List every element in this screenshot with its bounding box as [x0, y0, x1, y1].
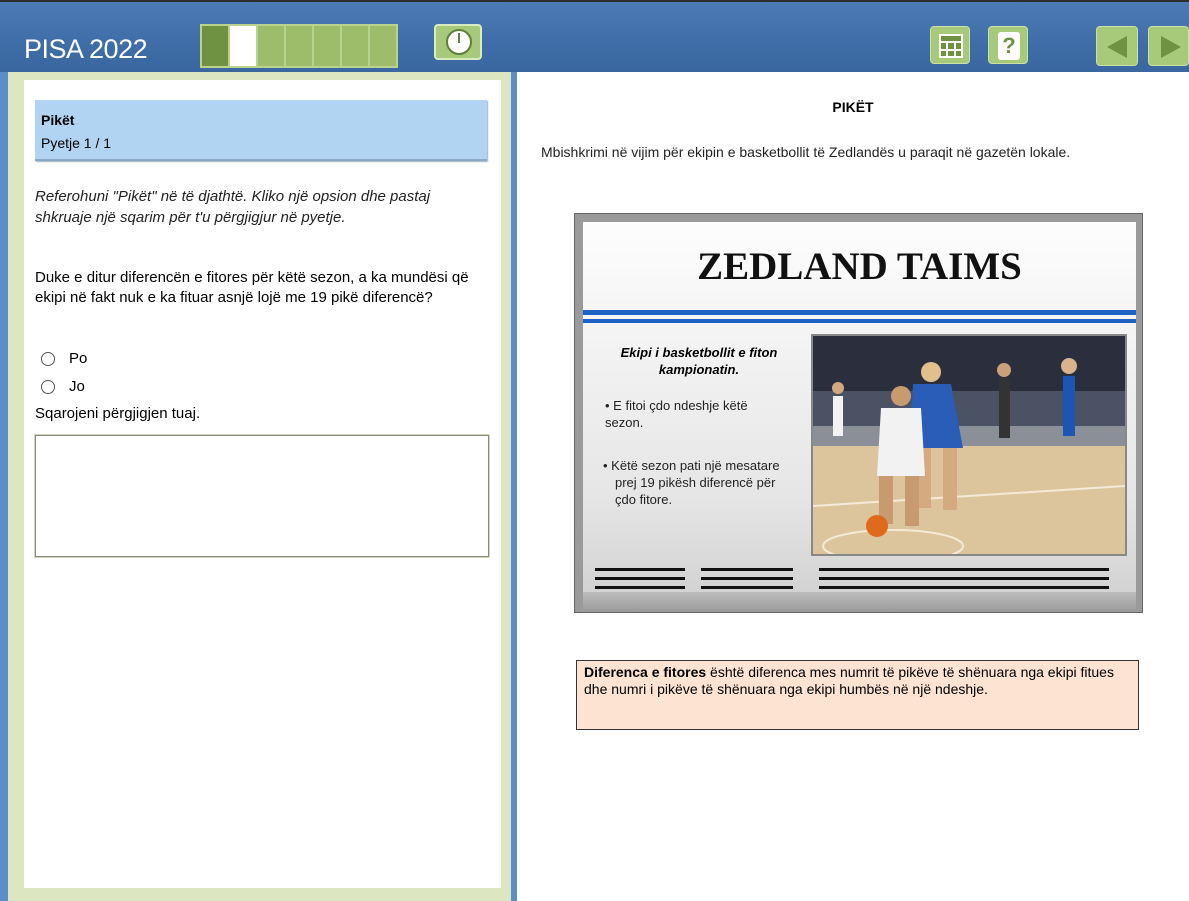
help-button[interactable]: ?: [988, 26, 1028, 64]
option-po[interactable]: Po: [41, 350, 87, 367]
newspaper-page: ZEDLAND TAIMS Ekipi i basketbollit e fit…: [583, 222, 1136, 612]
newspaper-text-lines: [595, 568, 685, 595]
newspaper-masthead: ZEDLAND TAIMS: [697, 245, 1022, 288]
next-button[interactable]: [1148, 26, 1189, 66]
newspaper-fold: [583, 592, 1136, 612]
question-panel-content: Pikët Pyetje 1 / 1 Referohuni "Pikët" në…: [24, 80, 501, 888]
help-icon: ?: [998, 32, 1020, 60]
article-bullet: • Këtë sezon pati një mesatare prej 19 p…: [603, 458, 780, 507]
question-header: Pikët Pyetje 1 / 1: [35, 100, 487, 161]
question-text: Duke e ditur diferencën e fitores për kë…: [35, 269, 469, 306]
progress-segment-3: [258, 26, 286, 66]
stimulus-title: PIKËT: [832, 99, 874, 115]
progress-segment-5: [314, 26, 342, 66]
masthead-rule: [583, 319, 1136, 323]
basketball-players-illustration: [813, 336, 1125, 554]
progress-segment-1: [202, 26, 230, 66]
radio-po[interactable]: [41, 351, 55, 366]
answer-textarea[interactable]: [35, 435, 489, 557]
unit-title: Pikët: [41, 112, 75, 128]
basketball-photo: [811, 334, 1127, 556]
option-jo-label: Jo: [69, 378, 85, 395]
next-arrow-icon: [1161, 36, 1181, 58]
stimulus-intro: Mbishkrimi në vijim për ekipin e basketb…: [541, 144, 1071, 160]
explain-prompt: Sqarojeni përgjigjen tuaj.: [35, 405, 201, 422]
question-counter: Pyetje 1 / 1: [41, 135, 112, 151]
instructions-text: Referohuni "Pikët" në të djathtë. Kliko …: [35, 188, 431, 226]
progress-bar: [200, 24, 398, 68]
option-jo[interactable]: Jo: [41, 378, 85, 395]
option-po-label: Po: [69, 350, 88, 367]
calculator-button[interactable]: [930, 26, 970, 64]
article-bullet: • E fitoi çdo ndeshje këtë sezon.: [605, 398, 748, 430]
progress-segment-4: [286, 26, 314, 66]
radio-jo[interactable]: [41, 379, 55, 394]
stimulus-panel: PIKËT Mbishkrimi në vijim për ekipin e b…: [517, 72, 1189, 901]
progress-segment-6: [342, 26, 370, 66]
progress-segment-2: [230, 26, 258, 66]
timer-button[interactable]: [434, 24, 482, 60]
newspaper-image: ZEDLAND TAIMS Ekipi i basketbollit e fit…: [574, 213, 1143, 613]
previous-button[interactable]: [1096, 26, 1138, 66]
article-headline: Ekipi i basketbollit e fiton kampionatin…: [620, 345, 778, 377]
timer-icon: [446, 29, 472, 55]
previous-arrow-icon: [1107, 36, 1127, 58]
definition-term: Diferenca e fitores: [584, 664, 707, 680]
question-panel: Pikët Pyetje 1 / 1 Referohuni "Pikët" në…: [0, 72, 517, 901]
newspaper-text-lines: [819, 568, 1109, 595]
definition-box: Diferenca e fitores është diferenca mes …: [576, 660, 1139, 730]
newspaper-text-lines: [701, 568, 793, 595]
app-title: PISA 2022: [24, 34, 148, 64]
masthead-rule: [583, 310, 1136, 315]
progress-segment-7: [370, 26, 396, 66]
calculator-icon: [939, 34, 963, 58]
top-bar: PISA 2022 ?: [0, 0, 1189, 72]
